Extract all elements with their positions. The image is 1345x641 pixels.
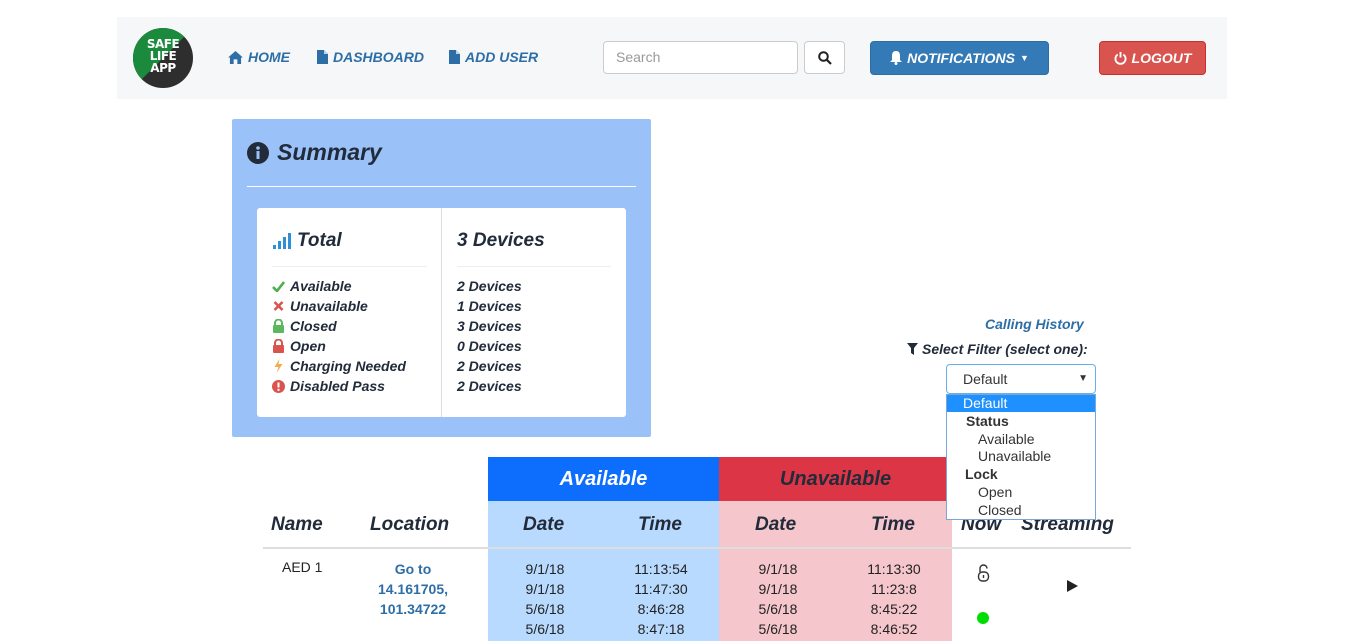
nav-dashboard-link[interactable]: DASHBOARD (317, 49, 424, 65)
header-date-available: Date (523, 514, 565, 535)
header-name: Name (271, 514, 323, 535)
caret-down-icon: ▼ (1019, 53, 1029, 63)
nav-add-user-link[interactable]: ADD USER (449, 49, 538, 65)
dropdown-group-lock: Lock (965, 466, 998, 482)
summary-value-closed: 3 Devices (457, 318, 522, 334)
top-navbar: SAFE LIFE APP HOME DASHBOARD ADD USER Se… (117, 17, 1227, 99)
nav-dashboard-label: DASHBOARD (333, 49, 424, 65)
summary-heading: Summary (247, 139, 382, 166)
filter-label: Select Filter (select one): (907, 341, 1088, 357)
total-value: 3 Devices (457, 230, 545, 251)
card-right-divider (457, 266, 611, 267)
exclamation-circle-icon (272, 379, 285, 393)
summary-row-disabled-pass: Disabled Pass (272, 378, 385, 394)
nav-add-user-label: ADD USER (465, 49, 539, 65)
total-heading: Total (273, 230, 342, 252)
card-column-divider (441, 208, 442, 417)
dropdown-option-available[interactable]: Available (947, 431, 1095, 448)
lock-open-icon (977, 564, 990, 582)
lock-closed-icon (273, 319, 284, 333)
summary-card: Total 3 Devices Available Unavailable Cl… (257, 208, 626, 417)
unavailable-dates: 9/1/18 9/1/18 5/6/18 5/6/18 (758, 561, 798, 637)
safe-life-app-logo[interactable]: SAFE LIFE APP (133, 28, 193, 88)
dropdown-group-status: Status (966, 413, 1009, 429)
unavailable-times: 11:13:30 11:23:8 8:45:22 8:46:52 (867, 561, 921, 637)
nav-home-link[interactable]: HOME (228, 49, 290, 65)
file-icon (449, 50, 460, 64)
summary-row-charging: Charging Needed (272, 358, 406, 374)
available-dates: 9/1/18 9/1/18 5/6/18 5/6/18 (525, 561, 565, 637)
logout-button[interactable]: LOGOUT (1099, 41, 1206, 75)
logout-label: LOGOUT (1131, 50, 1192, 66)
bell-icon (890, 51, 903, 65)
header-time-unavailable: Time (871, 514, 916, 535)
notifications-button[interactable]: NOTIFICATIONS ▼ (870, 41, 1049, 75)
summary-value-unavailable: 1 Devices (457, 298, 522, 314)
summary-title: Summary (277, 139, 382, 165)
available-times: 11:13:54 11:47:30 8:46:28 8:47:18 (634, 561, 688, 637)
bolt-icon (274, 359, 283, 373)
dropdown-option-closed[interactable]: Closed (947, 502, 1095, 519)
summary-value-available: 2 Devices (457, 278, 522, 294)
summary-value-charging: 2 Devices (457, 358, 522, 374)
select-arrow-icon: ▼ (1078, 373, 1088, 384)
header-date-unavailable: Date (755, 514, 797, 535)
summary-row-open: Open (272, 338, 326, 354)
signal-bars-icon (273, 233, 291, 249)
filter-dropdown-list: Default Status Available Unavailable Loc… (946, 394, 1096, 520)
dropdown-option-unavailable[interactable]: Unavailable (947, 448, 1095, 465)
status-indicator-dot (977, 612, 989, 624)
calling-history-link[interactable]: Calling History (985, 316, 1084, 332)
home-icon (228, 50, 243, 64)
dropdown-option-default[interactable]: Default (947, 395, 1095, 412)
summary-value-open: 0 Devices (457, 338, 522, 354)
play-icon[interactable] (1067, 580, 1078, 592)
header-time-available: Time (638, 514, 683, 535)
file-icon (317, 50, 328, 64)
card-left-divider (272, 266, 427, 267)
nav-home-label: HOME (248, 49, 290, 65)
dropdown-option-open[interactable]: Open (947, 484, 1095, 501)
total-label: Total (297, 230, 342, 251)
summary-divider (247, 186, 636, 187)
search-input[interactable]: Search (603, 41, 798, 74)
location-link[interactable]: Go to 14.161705, 101.34722 (370, 559, 456, 619)
filter-select-value: Default (963, 371, 1008, 387)
notifications-label: NOTIFICATIONS (907, 50, 1015, 66)
summary-row-available: Available (272, 278, 351, 294)
summary-panel: Summary Total 3 Devices Available Unavai… (232, 119, 651, 437)
power-icon (1114, 51, 1127, 65)
summary-row-unavailable: Unavailable (272, 298, 368, 314)
lock-open-icon (273, 339, 284, 353)
header-location: Location (370, 514, 450, 535)
filter-icon (907, 343, 918, 355)
info-circle-icon (247, 141, 269, 164)
row-name: AED 1 (282, 559, 323, 575)
available-band-header: Available (488, 457, 719, 501)
table-header-divider (263, 547, 1131, 549)
summary-value-disabled-pass: 2 Devices (457, 378, 522, 394)
filter-select[interactable]: Default ▼ (946, 364, 1096, 394)
search-button[interactable] (804, 41, 845, 74)
unavailable-band-header: Unavailable (719, 457, 952, 501)
search-icon (817, 50, 832, 65)
check-icon (272, 280, 285, 292)
times-icon (273, 301, 284, 311)
summary-row-closed: Closed (272, 318, 337, 334)
